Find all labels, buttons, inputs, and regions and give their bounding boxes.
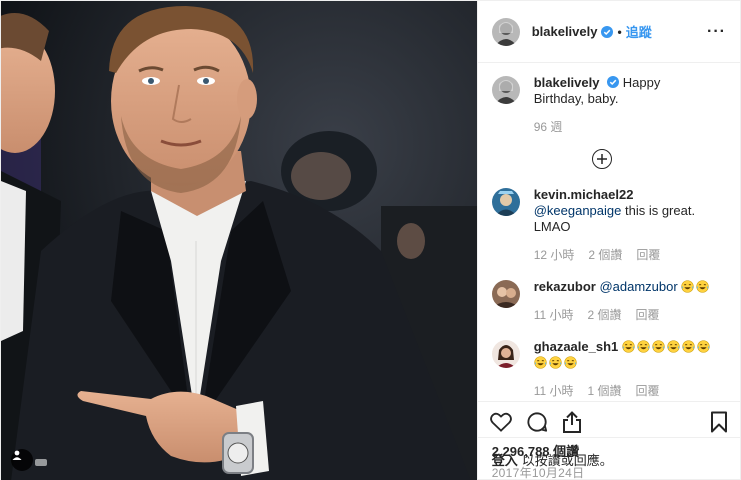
comment-icon[interactable] [526,411,548,433]
comment-likes[interactable]: 2 個讚 [588,247,622,263]
share-icon[interactable] [562,410,582,433]
comment-username[interactable]: kevin.michael22 [534,187,634,202]
laughing-crying-emoji-icon [637,340,650,353]
laughing-crying-emoji-icon [549,356,562,369]
reply-button[interactable]: 回覆 [636,307,660,323]
comment-item: rekazubor @adamzubor 11 小時 2 個讚 回覆 [491,279,726,323]
load-more-comments [478,149,726,169]
photo-illustration [1,1,477,480]
comment-likes[interactable]: 1 個讚 [588,383,622,399]
laughing-crying-emoji-icon [697,340,710,353]
reply-button[interactable]: 回覆 [636,383,660,399]
bookmark-icon[interactable] [710,411,728,433]
action-bar [477,401,740,441]
caption-username[interactable]: blakelively [534,75,600,90]
avatar[interactable] [491,340,520,368]
post-header: blakelively • 追蹤 ··· [477,1,740,63]
comment-meta: 11 小時 1 個讚 回覆 [534,383,714,399]
avatar[interactable] [491,76,520,104]
more-options-button[interactable]: ··· [707,23,726,41]
comment-meta: 12 小時 2 個讚 回覆 [534,247,714,263]
verified-badge-icon [601,25,614,38]
login-link[interactable]: 登入 [492,450,518,469]
comment-item: kevin.michael22 @keeganpaige this is gre… [491,187,726,263]
comment-username[interactable]: rekazubor [534,279,596,294]
reply-button[interactable]: 回覆 [636,247,660,263]
post-side-panel: blakelively • 追蹤 ··· blakelively Happy B [476,1,740,480]
comment-likes[interactable]: 2 個讚 [588,307,622,323]
login-prompt: 登入 以按讚或回應。 [477,437,740,480]
tag-label [35,459,47,466]
user-tag-icon[interactable] [11,449,33,471]
plus-circle-icon[interactable] [591,149,612,169]
comment-mention[interactable]: @adamzubor [599,279,677,294]
comment-time[interactable]: 11 小時 [534,307,574,323]
login-prompt-text: 以按讚或回應。 [521,453,613,468]
verified-badge-icon [607,76,620,88]
comment-mention[interactable]: @keeganpaige [534,203,622,218]
post-photo[interactable] [1,1,477,480]
laughing-crying-emoji-icon [534,356,547,369]
laughing-crying-emoji-icon [696,280,709,293]
comment-username[interactable]: ghazaale_sh1 [534,339,619,354]
comment-body: kevin.michael22 @keeganpaige this is gre… [534,187,714,263]
laughing-crying-emoji-icon [652,340,665,353]
comment-body: rekazubor @adamzubor 11 小時 2 個讚 回覆 [534,279,714,323]
comments-list[interactable]: blakelively Happy Birthday, baby. 96 週 k… [478,63,740,401]
avatar[interactable] [491,17,520,46]
laughing-crying-emoji-icon [681,280,694,293]
comment-emojis [681,279,711,294]
comment-time[interactable]: 12 小時 [534,247,575,263]
avatar[interactable] [491,280,520,308]
caption-body: blakelively Happy Birthday, baby. 96 週 [534,75,714,135]
comment-item: ghazaale_sh1 11 小時 1 個讚 回覆 [491,339,726,399]
laughing-crying-emoji-icon [667,340,680,353]
laughing-crying-emoji-icon [622,340,635,353]
caption: blakelively Happy Birthday, baby. 96 週 [491,75,726,135]
laughing-crying-emoji-icon [682,340,695,353]
comment-meta: 11 小時 2 個讚 回覆 [534,307,714,323]
caption-meta: 96 週 [534,119,714,135]
separator-dot: • [617,24,622,39]
follow-button[interactable]: 追蹤 [626,22,652,41]
laughing-crying-emoji-icon [564,356,577,369]
instagram-post: blakelively • 追蹤 ··· blakelively Happy B [0,0,741,480]
caption-time[interactable]: 96 週 [534,119,563,135]
header-username[interactable]: blakelively [532,24,598,39]
comment-body: ghazaale_sh1 11 小時 1 個讚 回覆 [534,339,714,399]
avatar[interactable] [491,188,520,216]
heart-icon[interactable] [489,412,512,432]
comment-time[interactable]: 11 小時 [534,383,574,399]
